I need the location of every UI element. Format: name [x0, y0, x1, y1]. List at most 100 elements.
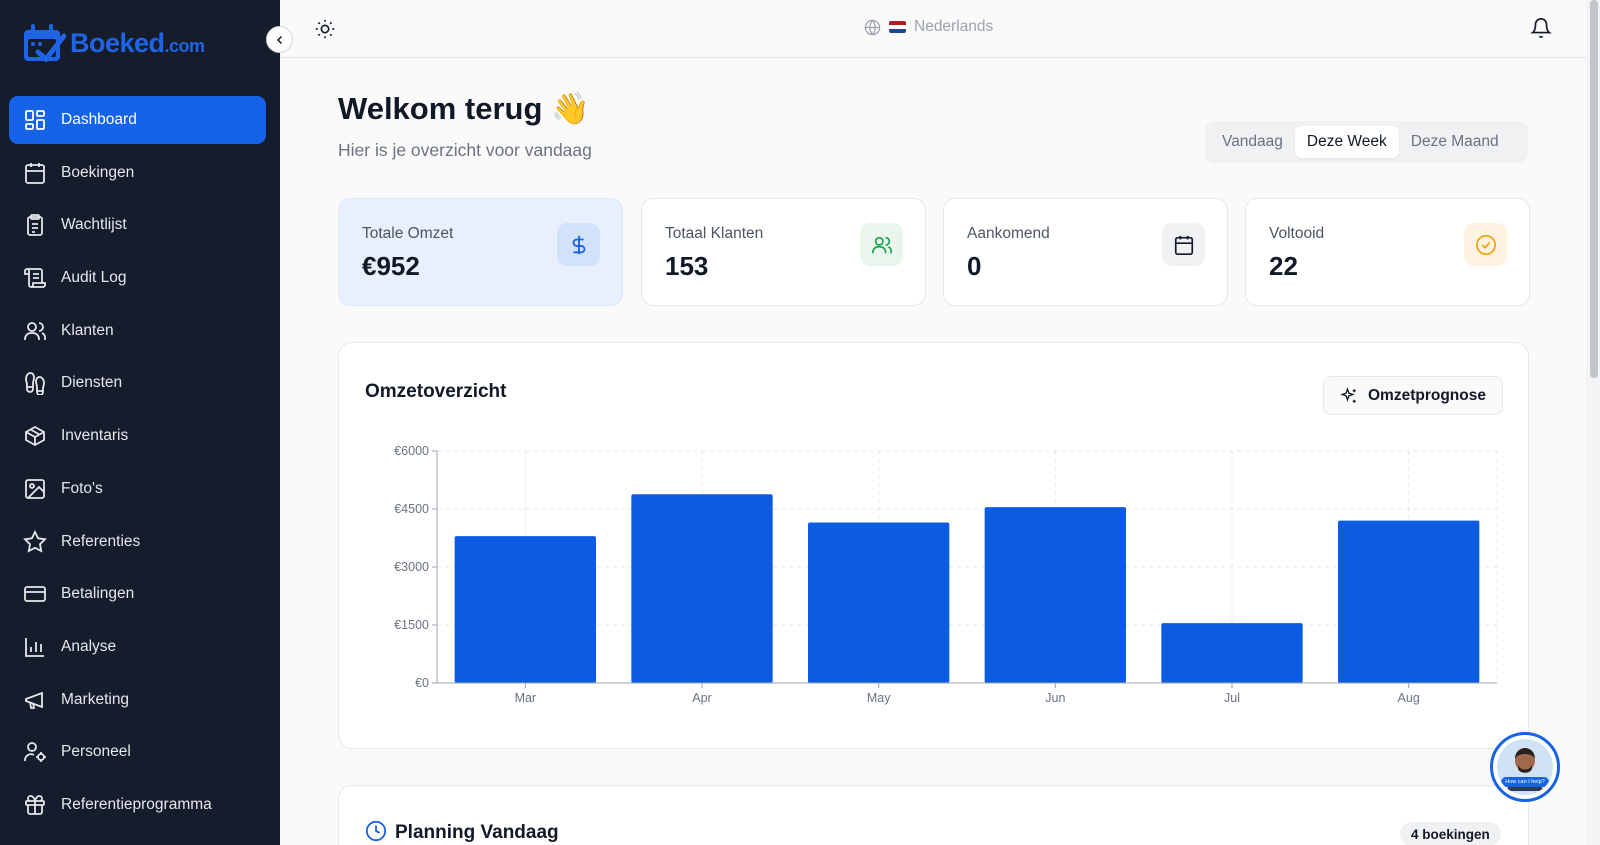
page-subtitle: Hier is je overzicht voor vandaag	[338, 140, 592, 160]
period-today-button[interactable]: Vandaag	[1210, 126, 1295, 158]
sidebar-item-label: Analyse	[61, 637, 117, 655]
sidebar-item-dashboard[interactable]: Dashboard	[9, 96, 266, 144]
stat-label: Aankomend	[967, 225, 1050, 242]
language-selector[interactable]: Nederlands	[864, 18, 993, 36]
brand-logo[interactable]: Boeked.com	[22, 22, 205, 64]
sidebar-item-diensten[interactable]: Diensten	[9, 359, 266, 407]
stat-label: Totaal Klanten	[665, 225, 764, 242]
image-icon	[25, 478, 45, 499]
sidebar-item-label: Boekingen	[61, 163, 135, 181]
language-label: Nederlands	[914, 18, 994, 35]
footprints-icon	[25, 372, 45, 396]
sun-icon[interactable]	[314, 18, 336, 40]
x-tick-label: May	[867, 691, 891, 705]
stat-card-revenue: Totale Omzet €952	[338, 198, 623, 306]
period-this-week-button[interactable]: Deze Week	[1294, 126, 1399, 158]
sidebar-item-audit-log[interactable]: Audit Log	[9, 254, 266, 302]
stat-value: 22	[1269, 251, 1298, 281]
collapse-sidebar-button[interactable]	[266, 26, 293, 53]
chart-bar-mar[interactable]	[454, 536, 596, 683]
sidebar-nav: Dashboard Boekingen Wachtlijst Audit Log…	[9, 96, 266, 834]
brand-name: Boeked.com	[70, 27, 205, 58]
sidebar-item-label: Marketing	[61, 690, 130, 708]
page-title: Welkom terug 👋	[338, 91, 590, 126]
sidebar-item-label: Diensten	[61, 374, 123, 392]
x-tick-label: Jun	[1045, 691, 1065, 705]
sidebar-item-betalingen[interactable]: Betalingen	[9, 570, 266, 618]
sidebar-item-label: Wachtlijst	[61, 216, 127, 234]
chart-bar-jul[interactable]	[1161, 623, 1303, 683]
package-icon	[25, 426, 45, 447]
calendar-icon-badge	[1162, 223, 1205, 266]
page-scrollbar[interactable]	[1586, 0, 1600, 845]
sidebar-item-wachtlijst[interactable]: Wachtlijst	[9, 201, 266, 249]
period-this-month-button[interactable]: Deze Maand	[1399, 126, 1511, 158]
sidebar-item-personeel[interactable]: Personeel	[9, 728, 266, 776]
bookings-count-badge: 4 boekingen	[1400, 822, 1501, 845]
sidebar-item-label: Inventaris	[61, 427, 129, 445]
sidebar-item-label: Audit Log	[61, 269, 127, 287]
scroll-icon	[24, 268, 46, 288]
calendar-check-logo-icon	[24, 24, 66, 63]
chart-bar-aug[interactable]	[1338, 520, 1480, 683]
y-tick-label: €3000	[394, 560, 429, 574]
sidebar-item-marketing[interactable]: Marketing	[9, 676, 266, 724]
users-icon	[24, 321, 46, 340]
x-tick-label: Mar	[515, 691, 537, 705]
sidebar-item-label: Referentieprogramma	[61, 795, 212, 813]
sidebar-item-klanten[interactable]: Klanten	[9, 307, 266, 355]
users-icon	[871, 236, 892, 253]
chart-bar-apr[interactable]	[631, 494, 773, 683]
x-tick-label: Apr	[692, 691, 711, 705]
bar-chart-icon	[25, 637, 44, 657]
topbar: Nederlands	[280, 0, 1586, 58]
stat-card-customers: Totaal Klanten 153	[641, 198, 926, 306]
support-avatar: How can I help?	[1497, 739, 1553, 795]
sidebar-item-boekingen[interactable]: Boekingen	[9, 149, 266, 197]
gift-icon	[25, 795, 45, 815]
credit-card-icon	[24, 586, 46, 603]
user-cog-icon	[24, 742, 46, 763]
sidebar-item-label: Betalingen	[61, 585, 135, 603]
sidebar-item-analyse[interactable]: Analyse	[9, 623, 266, 671]
stat-label: Totale Omzet	[362, 225, 454, 242]
stat-label: Voltooid	[1269, 225, 1325, 242]
revenue-overview-card: Omzetoverzicht Omzetprognose €0 €1500 €300…	[338, 342, 1529, 749]
help-label: How can I help?	[1501, 777, 1549, 787]
clock-icon	[365, 820, 387, 842]
star-icon	[23, 529, 47, 553]
y-tick-label: €0	[415, 676, 429, 690]
planning-today-card: Planning Vandaag 4 boekingen	[338, 785, 1529, 845]
dollar-icon	[572, 235, 585, 254]
help-chat-button[interactable]: How can I help?	[1490, 732, 1560, 802]
users-icon-badge	[860, 223, 903, 266]
sidebar-item-label: Personeel	[61, 743, 131, 761]
y-tick-label: €6000	[394, 444, 429, 458]
x-tick-label: Aug	[1398, 691, 1420, 705]
sidebar-item-label: Referenties	[61, 532, 141, 550]
sidebar-item-fotos[interactable]: Foto's	[9, 465, 266, 513]
sidebar-item-referentieprogramma[interactable]: Referentieprogramma	[9, 781, 266, 829]
calendar-icon	[25, 162, 45, 184]
y-tick-label: €4500	[394, 502, 429, 516]
sidebar-item-referenties[interactable]: Referenties	[9, 518, 266, 566]
chart-bar-jun[interactable]	[984, 507, 1126, 683]
chart-bar-may[interactable]	[808, 522, 950, 683]
sidebar: Boeked.com Dashboard Boekingen Wachtlijs…	[0, 0, 280, 845]
stat-value: 153	[665, 251, 709, 281]
stat-value: €952	[362, 251, 420, 281]
stat-value: 0	[967, 251, 982, 281]
sidebar-item-label: Klanten	[61, 321, 114, 339]
scrollbar-thumb[interactable]	[1590, 0, 1598, 378]
dollar-icon-badge	[557, 223, 600, 266]
check-circle-icon	[1475, 234, 1496, 255]
x-tick-label: Jul	[1224, 691, 1240, 705]
period-selector: Vandaag Deze Week Deze Maand	[1205, 121, 1528, 163]
clipboard-list-icon	[27, 214, 43, 237]
megaphone-icon	[25, 691, 43, 709]
bell-icon[interactable]	[1530, 17, 1552, 39]
sidebar-item-inventaris[interactable]: Inventaris	[9, 412, 266, 460]
revenue-bar-chart: €0 €1500 €3000 €4500 €6000 Mar Apr May Jun Jul Aug	[394, 444, 1498, 705]
stat-card-completed: Voltooid 22	[1245, 198, 1530, 306]
y-tick-label: €1500	[394, 618, 429, 632]
